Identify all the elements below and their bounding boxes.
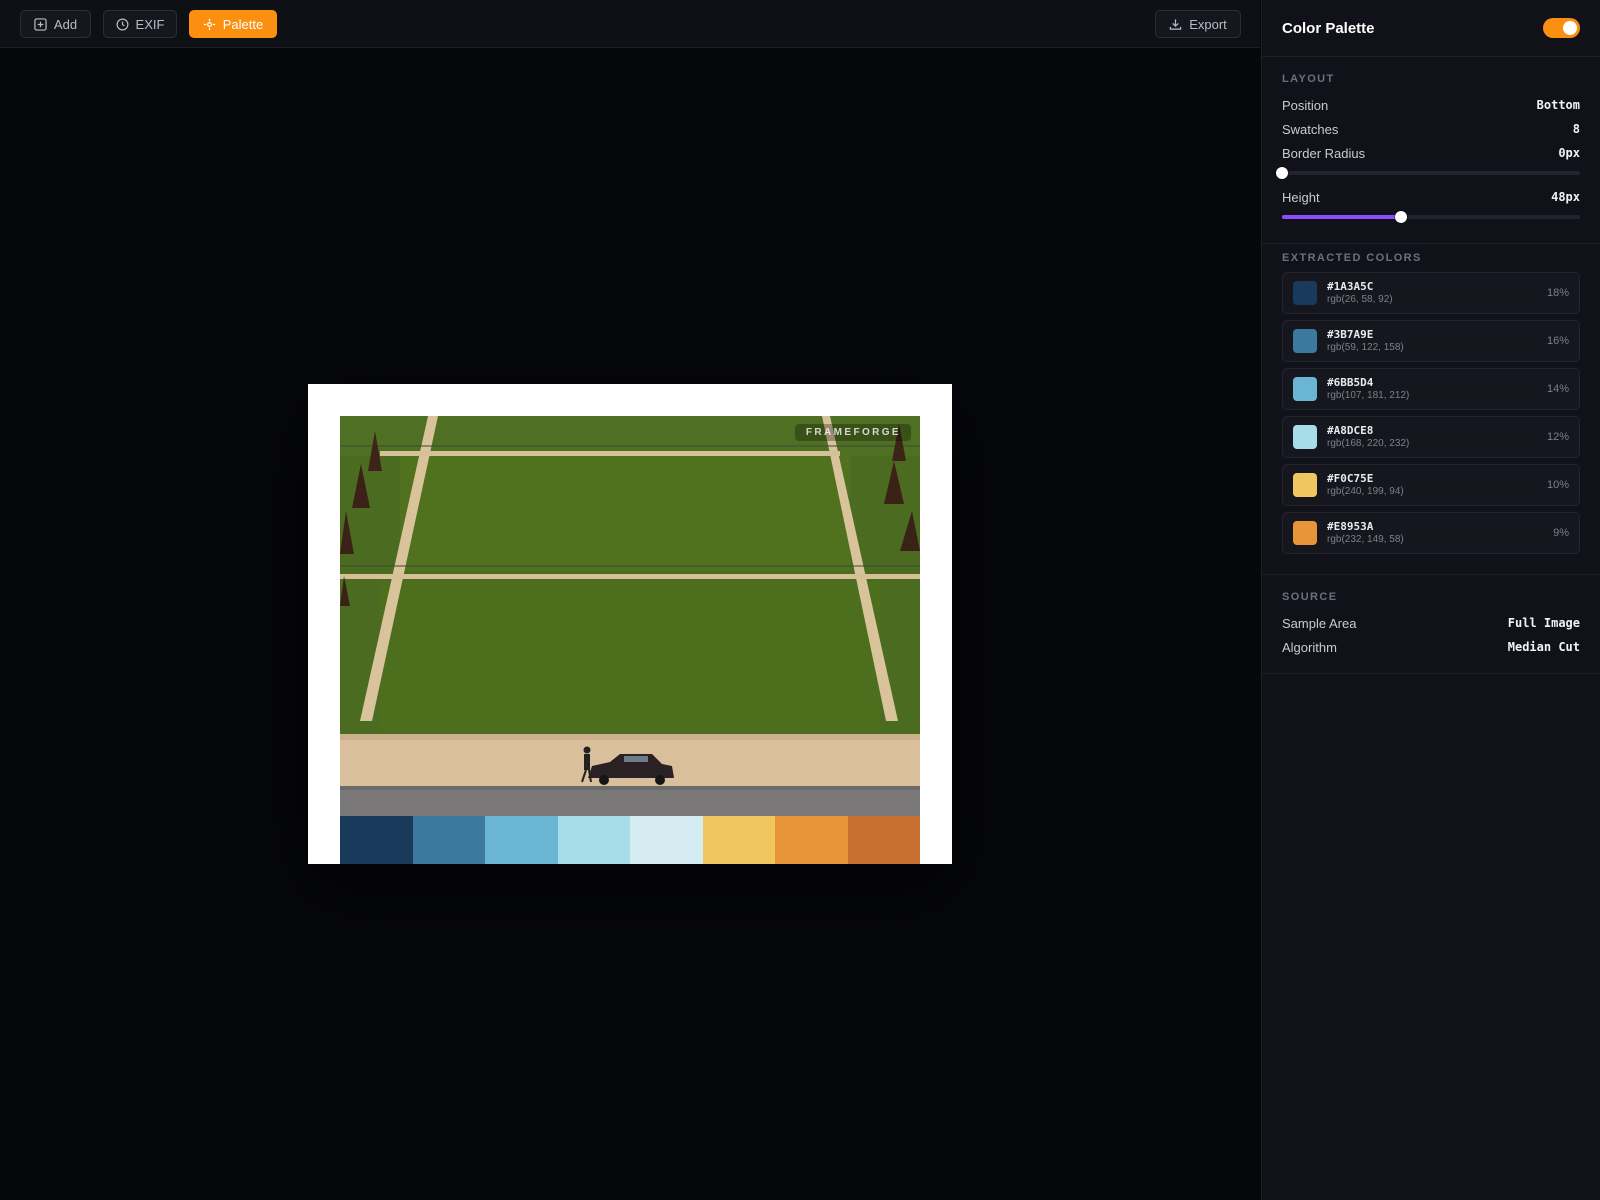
color-text: #F0C75E rgb(240, 199, 94) — [1327, 472, 1547, 498]
watermark: FRAMEFORGE — [794, 424, 911, 441]
toggle-knob — [1563, 21, 1577, 35]
palette-button-label: Palette — [222, 16, 264, 32]
sample-area-label: Sample Area — [1282, 615, 1357, 631]
color-percentage: 18% — [1546, 287, 1569, 299]
border-radius-slider[interactable] — [1276, 165, 1580, 181]
color-rgb: rgb(59, 122, 158) — [1327, 342, 1404, 353]
color-percentage: 16% — [1546, 335, 1569, 347]
color-hex: #3B7A9E — [1327, 328, 1374, 341]
color-text: #3B7A9E rgb(59, 122, 158) — [1327, 328, 1547, 354]
swatches-row[interactable]: Swatches 8 — [1282, 117, 1580, 141]
color-swatch — [1293, 377, 1317, 401]
palette-button[interactable]: Palette — [189, 10, 277, 38]
export-button-label: Export — [1189, 16, 1227, 32]
color-hex: #6BB5D4 — [1327, 376, 1374, 389]
palette-strip-swatch — [485, 816, 558, 864]
color-percentage: 14% — [1546, 383, 1569, 395]
position-value[interactable]: Bottom — [1537, 98, 1580, 112]
park-lawn-photo — [340, 416, 920, 816]
settings-panel: Color Palette LAYOUT Position Bottom Swa… — [1261, 0, 1600, 1200]
color-item[interactable]: #6BB5D4 rgb(107, 181, 212) 14% — [1282, 368, 1580, 410]
color-swatch — [1293, 281, 1317, 305]
sample-area-row[interactable]: Sample Area Full Image — [1282, 611, 1580, 635]
color-text: #1A3A5C rgb(26, 58, 92) — [1327, 280, 1547, 306]
color-item[interactable]: #3B7A9E rgb(59, 122, 158) 16% — [1282, 320, 1580, 362]
color-percentage: 10% — [1546, 479, 1569, 491]
color-percentage: 12% — [1546, 431, 1569, 443]
color-text: #6BB5D4 rgb(107, 181, 212) — [1327, 376, 1547, 402]
position-label: Position — [1282, 97, 1329, 113]
add-button-label: Add — [53, 16, 78, 32]
algorithm-value[interactable]: Median Cut — [1508, 640, 1580, 654]
color-hex: #E8953A — [1327, 520, 1374, 533]
slider-fill — [1282, 215, 1402, 219]
source-section: SOURCE Sample Area Full Image Algorithm … — [1262, 575, 1600, 674]
color-text: #E8953A rgb(232, 149, 58) — [1327, 520, 1553, 546]
photo: FRAMEFORGE — [340, 416, 920, 816]
color-rgb: rgb(26, 58, 92) — [1327, 294, 1393, 305]
palette-strip-swatch — [775, 816, 848, 864]
palette-enable-toggle[interactable] — [1543, 18, 1580, 38]
color-hex: #1A3A5C — [1327, 280, 1374, 293]
position-row[interactable]: Position Bottom — [1282, 93, 1580, 117]
color-list: #1A3A5C rgb(26, 58, 92) 18% #3B7A9E rgb(59, … — [1282, 272, 1580, 554]
color-swatch — [1293, 425, 1317, 449]
color-hex: #A8DCE8 — [1327, 424, 1374, 437]
exif-button[interactable]: EXIF — [103, 10, 177, 38]
color-rgb: rgb(240, 199, 94) — [1327, 486, 1404, 497]
color-hex: #F0C75E — [1327, 472, 1374, 485]
color-item[interactable]: #F0C75E rgb(240, 199, 94) 10% — [1282, 464, 1580, 506]
palette-strip-swatch — [412, 816, 485, 864]
slider-thumb[interactable] — [1395, 211, 1408, 223]
color-rgb: rgb(107, 181, 212) — [1327, 390, 1410, 401]
palette-strip-swatch — [702, 816, 775, 864]
border-radius-label: Border Radius — [1282, 145, 1366, 161]
extracted-colors-section: EXTRACTED COLORS #1A3A5C rgb(26, 58, 92) 1… — [1262, 244, 1600, 575]
slider-track — [1282, 171, 1580, 175]
sparkle-icon — [203, 18, 215, 30]
top-toolbar: Add EXIF Palette Export — [0, 0, 1260, 48]
source-section-label: SOURCE — [1282, 591, 1338, 603]
layout-section: LAYOUT Position Bottom Swatches 8 Border… — [1262, 57, 1600, 244]
border-radius-value: 0px — [1558, 146, 1580, 160]
color-item[interactable]: #A8DCE8 rgb(168, 220, 232) 12% — [1282, 416, 1580, 458]
algorithm-label: Algorithm — [1282, 639, 1337, 655]
add-button[interactable]: Add — [20, 10, 91, 38]
height-row: Height 48px — [1282, 185, 1580, 209]
color-percentage: 9% — [1553, 527, 1569, 539]
height-slider[interactable] — [1282, 209, 1580, 225]
exif-button-label: EXIF — [135, 16, 165, 32]
color-swatch — [1293, 521, 1317, 545]
color-text: #A8DCE8 rgb(168, 220, 232) — [1327, 424, 1547, 450]
palette-strip-swatch — [557, 816, 630, 864]
swatches-value[interactable]: 8 — [1573, 122, 1580, 136]
export-button[interactable]: Export — [1155, 10, 1241, 38]
algorithm-row[interactable]: Algorithm Median Cut — [1282, 635, 1580, 659]
download-icon — [1169, 18, 1182, 30]
height-label: Height — [1282, 189, 1320, 205]
panel-header: Color Palette — [1262, 0, 1600, 57]
palette-strip-swatch — [340, 816, 413, 864]
color-item[interactable]: #1A3A5C rgb(26, 58, 92) 18% — [1282, 272, 1580, 314]
swatches-label: Swatches — [1282, 121, 1339, 137]
photo-frame: FRAMEFORGE — [308, 384, 952, 864]
border-radius-row: Border Radius 0px — [1282, 141, 1580, 165]
slider-thumb[interactable] — [1276, 167, 1288, 179]
color-rgb: rgb(232, 149, 58) — [1327, 534, 1404, 545]
sample-area-value[interactable]: Full Image — [1508, 616, 1580, 630]
palette-strip-swatch — [630, 816, 703, 864]
extracted-colors-label: EXTRACTED COLORS — [1282, 252, 1422, 264]
panel-title: Color Palette — [1282, 19, 1375, 37]
color-rgb: rgb(168, 220, 232) — [1327, 438, 1410, 449]
color-item[interactable]: #E8953A rgb(232, 149, 58) 9% — [1282, 512, 1580, 554]
color-swatch — [1293, 329, 1317, 353]
palette-strip — [340, 816, 920, 864]
palette-strip-swatch — [847, 816, 920, 864]
height-value: 48px — [1551, 190, 1580, 204]
layout-section-label: LAYOUT — [1282, 73, 1335, 85]
color-swatch — [1293, 473, 1317, 497]
clock-icon — [116, 18, 129, 30]
plus-square-icon — [34, 17, 47, 31]
